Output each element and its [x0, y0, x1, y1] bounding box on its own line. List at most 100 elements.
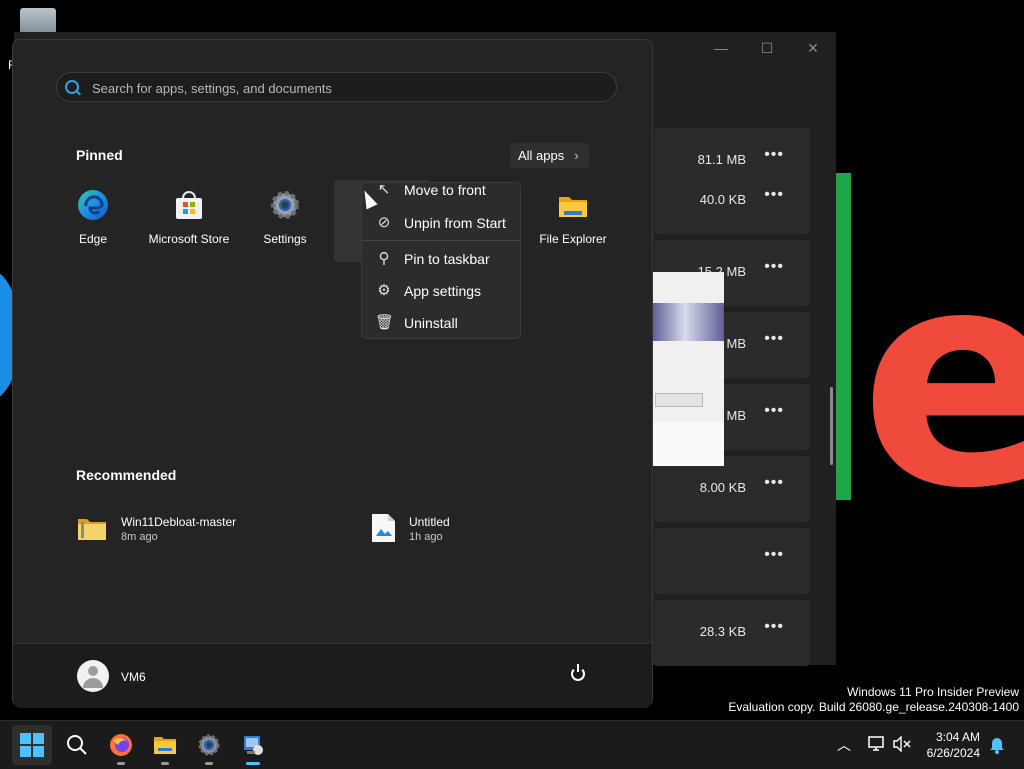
settings-icon [271, 191, 299, 219]
more-options-button[interactable]: ••• [764, 618, 784, 636]
power-icon[interactable] [571, 664, 585, 681]
recommended-item-name: Untitled [409, 515, 450, 529]
image-file-icon [372, 514, 395, 542]
file-size: 40.0 KB [699, 192, 746, 207]
recommended-item[interactable]: Untitled 1h ago [369, 514, 569, 548]
firefox-icon [110, 734, 132, 756]
app-label: File Explorer [539, 232, 607, 246]
chevron-up-icon: ︿ [837, 737, 851, 753]
search-input[interactable] [90, 78, 604, 98]
watermark-line2: Evaluation copy. Build 26080.ge_release.… [728, 700, 1019, 714]
windows-logo-icon [20, 733, 44, 757]
start-footer: VM6 [13, 643, 652, 708]
unpin-icon: ⊘ [377, 214, 391, 231]
menu-item-label: Move to front [404, 182, 486, 198]
all-apps-button[interactable]: All apps › [510, 143, 589, 168]
pinned-app-settings[interactable]: Settings [237, 180, 333, 250]
folder-icon [154, 737, 176, 754]
more-options-button[interactable]: ••• [764, 186, 784, 204]
edge-icon [78, 190, 108, 220]
recommended-title: Recommended [76, 467, 177, 483]
more-options-button[interactable]: ••• [764, 474, 784, 492]
list-item[interactable]: 28.3 KB ••• [654, 600, 810, 666]
start-button[interactable] [12, 725, 52, 765]
evaluation-watermark: Windows 11 Pro Insider Preview Evaluatio… [728, 685, 1019, 715]
move-icon: ↖ [377, 182, 391, 198]
menu-item-label: Uninstall [404, 315, 458, 331]
taskbar-file-explorer[interactable] [145, 725, 185, 765]
taskbar-firefox[interactable] [101, 725, 141, 765]
dialog-banner [653, 303, 724, 341]
maximize-button[interactable]: ☐ [744, 32, 790, 64]
dialog-progress-bar [655, 393, 703, 407]
pinned-app-file-explorer[interactable]: File Explorer [525, 180, 621, 250]
taskbar: ︿ 3:04 AM 6/26/2024 [0, 720, 1024, 769]
file-size: MB [726, 408, 747, 423]
list-item[interactable]: 40.0 KB ••• [654, 168, 810, 234]
menu-item-app-settings[interactable]: ⚙ App settings [362, 276, 520, 306]
more-options-button[interactable]: ••• [764, 546, 784, 564]
dialog-footer [653, 422, 724, 466]
user-name[interactable]: VM6 [121, 670, 146, 684]
recommended-item-name: Win11Debloat-master [121, 515, 237, 529]
wallpaper-letter: e [860, 205, 1024, 554]
list-item[interactable]: ••• [654, 528, 810, 594]
recommended-item[interactable]: Win11Debloat-master 8m ago [77, 514, 317, 548]
running-indicator [161, 762, 169, 765]
search-box[interactable] [56, 72, 617, 102]
store-icon [176, 191, 202, 219]
recommended-item-time: 8m ago [121, 531, 158, 543]
minimize-button[interactable]: — [698, 32, 744, 64]
menu-item-label: App settings [404, 283, 482, 299]
pinned-title: Pinned [76, 147, 123, 163]
taskbar-app-installer[interactable] [233, 725, 273, 765]
scrollbar[interactable] [830, 387, 833, 465]
taskbar-settings[interactable] [189, 725, 229, 765]
file-size: 81.1 MB [697, 152, 746, 167]
notification-bell-icon[interactable] [989, 736, 1005, 754]
search-icon [67, 735, 87, 755]
pinned-app-microsoft-store[interactable]: Microsoft Store [141, 180, 237, 250]
volume-muted-icon[interactable] [893, 736, 911, 752]
close-button[interactable]: ✕ [790, 32, 836, 64]
file-size: 28.3 KB [699, 624, 746, 639]
pinned-app-edge[interactable]: Edge [45, 180, 141, 250]
app-label: Edge [78, 232, 108, 246]
file-size: 8.00 KB [699, 480, 746, 495]
chevron-right-icon: › [574, 148, 579, 163]
clock[interactable]: 3:04 AM 6/26/2024 [918, 729, 980, 761]
menu-item-label: Pin to taskbar [404, 251, 490, 267]
gear-icon: ⚙ [377, 282, 391, 299]
active-indicator [246, 762, 260, 765]
search-icon [65, 80, 79, 94]
installer-icon [244, 736, 263, 755]
app-label: Settings [263, 232, 307, 246]
pin-icon: ⚲ [378, 250, 390, 267]
running-indicator [117, 762, 125, 765]
menu-item-unpin-from-start[interactable]: ⊘ Unpin from Start [362, 208, 520, 238]
more-options-button[interactable]: ••• [764, 146, 784, 164]
clock-date: 6/26/2024 [926, 746, 980, 760]
folder-icon [559, 197, 587, 217]
wallpaper-green-bar [836, 173, 851, 500]
menu-item-uninstall[interactable]: 🗑 Uninstall [362, 308, 520, 338]
start-menu: Pinned All apps › Edge Microsoft Store [12, 39, 653, 708]
app-label: Microsoft Store [148, 232, 230, 246]
zip-folder-icon [78, 519, 106, 540]
taskbar-search-button[interactable] [57, 725, 97, 765]
context-menu: ↖ Move to front ⊘ Unpin from Start ⚲ Pin… [361, 182, 521, 339]
menu-item-move-to-front[interactable]: ↖ Move to front [362, 182, 520, 205]
menu-item-label: Unpin from Start [404, 215, 506, 231]
more-options-button[interactable]: ••• [764, 330, 784, 348]
recommended-item-time: 1h ago [409, 531, 443, 543]
all-apps-label: All apps [518, 148, 565, 163]
user-avatar[interactable] [77, 660, 109, 692]
settings-icon [198, 734, 220, 756]
network-icon[interactable] [868, 736, 886, 752]
more-options-button[interactable]: ••• [764, 258, 784, 276]
more-options-button[interactable]: ••• [764, 402, 784, 420]
show-hidden-icons-button[interactable]: ︿ [837, 721, 851, 769]
watermark-line1: Windows 11 Pro Insider Preview [847, 685, 1019, 699]
window-controls: — ☐ ✕ [698, 32, 836, 64]
menu-item-pin-to-taskbar[interactable]: ⚲ Pin to taskbar [362, 244, 520, 274]
